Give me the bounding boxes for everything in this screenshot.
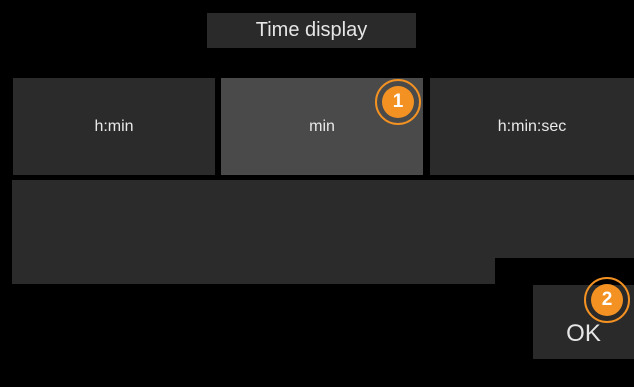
- step-marker-1: 1: [375, 79, 421, 125]
- option-h-min-sec-label: h:min:sec: [497, 117, 567, 135]
- option-h-min[interactable]: h:min: [13, 78, 215, 175]
- time-display-screen: Time display h:min min h:min:sec OK 1 2: [0, 0, 634, 387]
- step-marker-2-number: 2: [591, 284, 623, 316]
- page-title-text: Time display: [255, 19, 368, 41]
- option-h-min-sec[interactable]: h:min:sec: [430, 78, 634, 175]
- display-area: [12, 180, 634, 258]
- step-marker-1-number: 1: [382, 86, 414, 118]
- display-area-lower: [12, 257, 495, 284]
- option-h-min-label: h:min: [94, 117, 134, 135]
- ok-button-label: OK: [566, 320, 601, 347]
- step-marker-2: 2: [584, 277, 630, 323]
- page-title: Time display: [207, 13, 416, 48]
- option-min-label: min: [309, 117, 335, 135]
